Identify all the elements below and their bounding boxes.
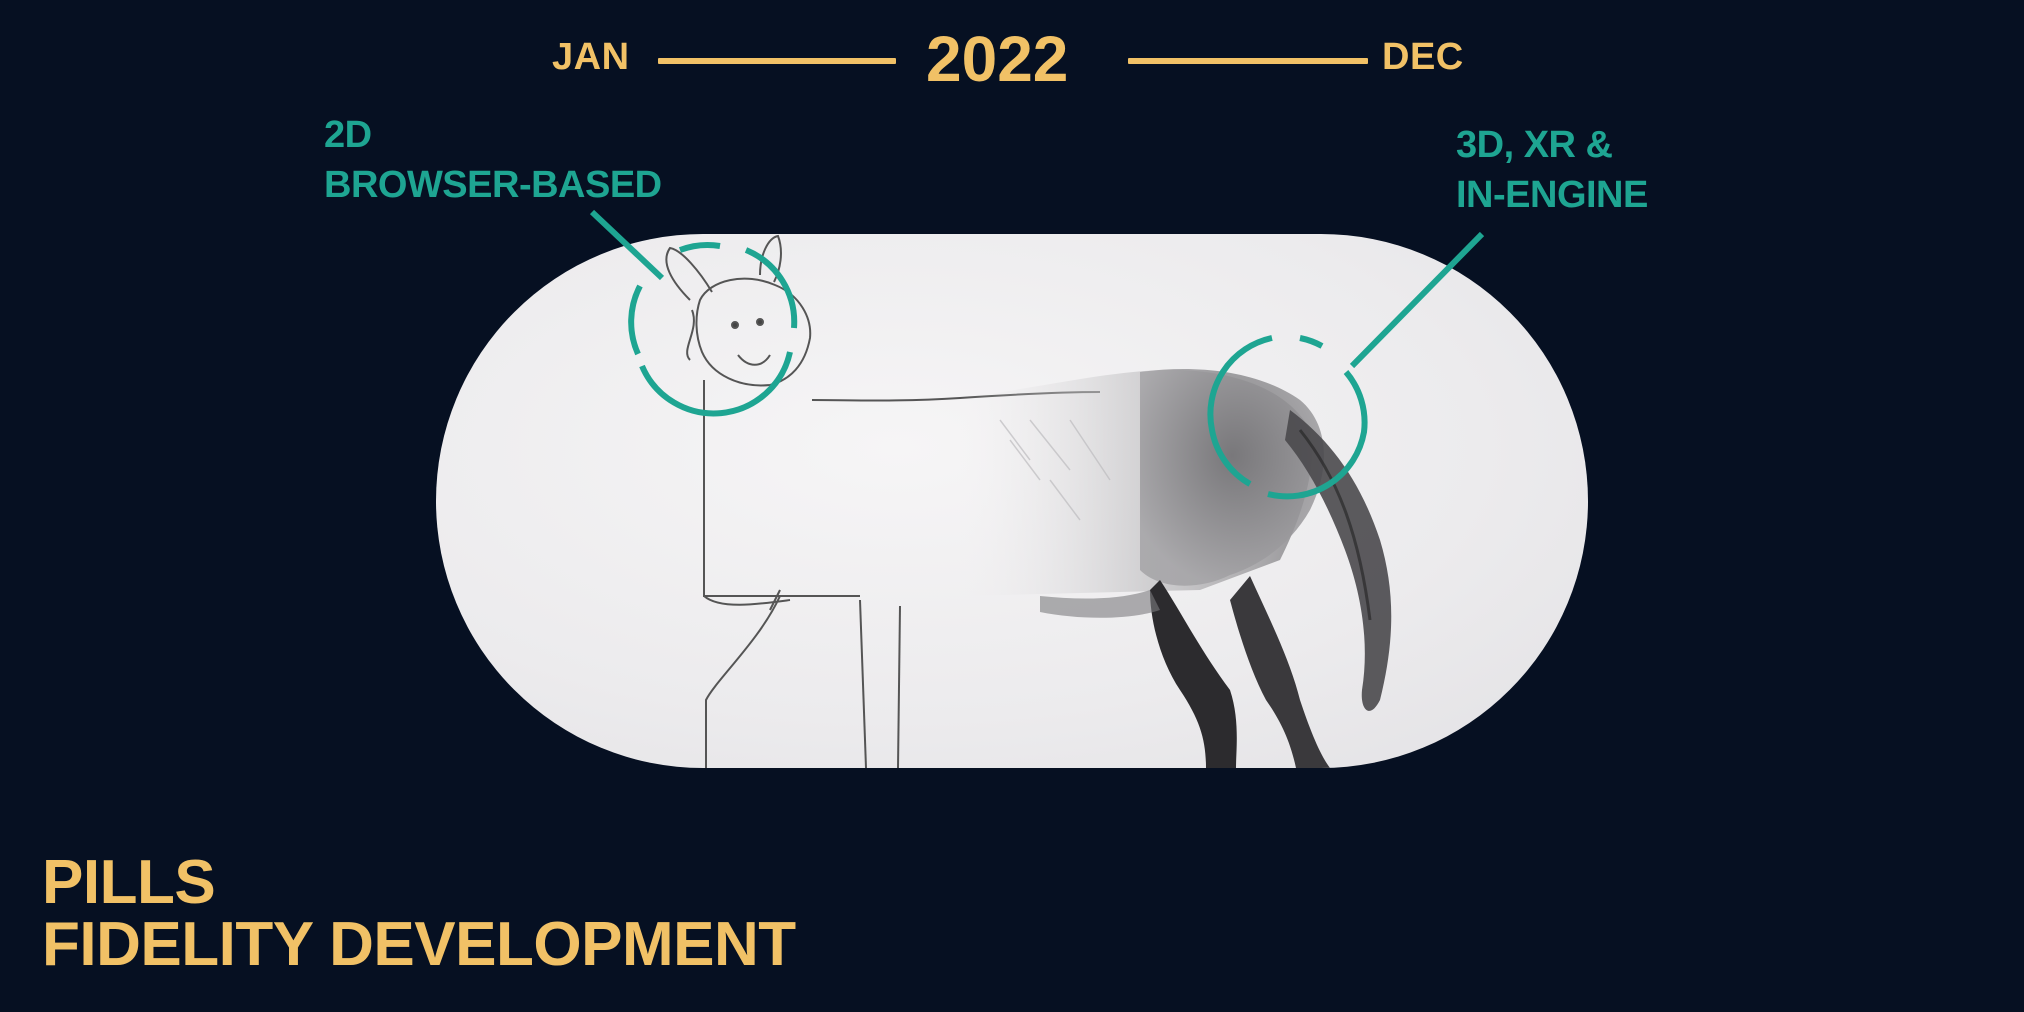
tail (1285, 410, 1392, 711)
timeline-year: 2022 (926, 23, 1069, 95)
timeline-start-label: JAN (552, 36, 630, 78)
timeline-end-label: DEC (1382, 36, 1464, 78)
pill-image (436, 234, 1588, 768)
hind-leg-right (1230, 576, 1330, 768)
callout-3d-line1: 3D, XR & (1456, 124, 1613, 166)
callout-2d: 2D BROWSER-BASED (324, 110, 662, 210)
callout-3d: 3D, XR & IN-ENGINE (1456, 120, 1648, 220)
timeline: JAN 2022 DEC (0, 22, 2024, 95)
timeline-line-right (1128, 58, 1368, 64)
title-line2: FIDELITY DEVELOPMENT (42, 910, 796, 979)
rump (1140, 369, 1324, 586)
sketch-head (665, 234, 812, 387)
fore-belly (1040, 590, 1160, 618)
callout-2d-line1: 2D (324, 114, 372, 156)
page-title: PILLS FIDELITY DEVELOPMENT (42, 852, 796, 976)
horse-drawing (665, 234, 1392, 768)
hind-leg-left (1150, 580, 1237, 768)
callout-3d-line2: IN-ENGINE (1456, 174, 1648, 216)
callout-2d-line2: BROWSER-BASED (324, 164, 662, 206)
timeline-line-left (658, 58, 896, 64)
title-line1: PILLS (42, 848, 216, 917)
